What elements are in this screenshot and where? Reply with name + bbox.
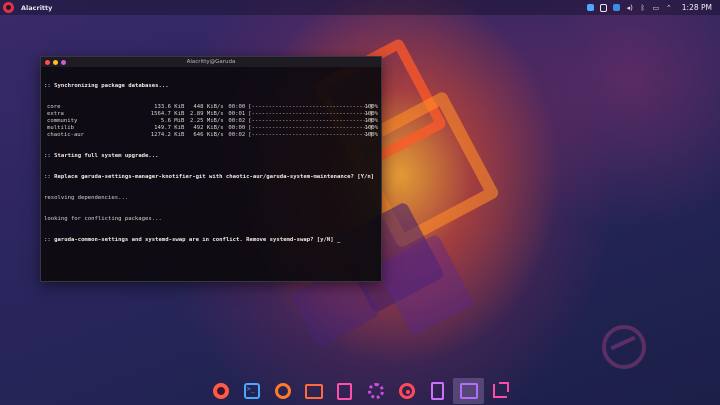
- update-icon[interactable]: [613, 4, 621, 12]
- terminal-line: :: garuda-common-settings and systemd-sw…: [44, 237, 341, 243]
- repo-sync-row: community 5.6 MiB 2.25 MiB/s 00:02 [--------…: [44, 118, 378, 125]
- dropbox-icon[interactable]: [587, 4, 595, 12]
- terminal-window[interactable]: Alacritty@Garuda :: Synchronizing packag…: [40, 56, 382, 282]
- repo-bar: [-----------------------------------]: [248, 125, 373, 131]
- repo-sync-row: core 133.6 KiB 448 KiB/s 00:00 [------------…: [44, 104, 378, 111]
- garuda-menu-icon[interactable]: [3, 2, 14, 13]
- network-icon[interactable]: ▭: [652, 4, 660, 12]
- chevron-up-icon[interactable]: ⌃: [665, 4, 673, 12]
- clock[interactable]: 1:28 PM: [682, 3, 712, 12]
- terminal-line: :: Starting full system upgrade...: [44, 153, 159, 159]
- window-title: Alacritty@Garuda: [186, 59, 236, 65]
- terminal-line: looking for conflicting packages...: [44, 216, 162, 222]
- repo-size: 133.6 KiB: [154, 104, 185, 110]
- repo-sync-row: multilib 149.7 KiB 492 KiB/s 00:00 [--------…: [44, 125, 378, 132]
- screenshot-tool-icon: [492, 382, 509, 398]
- repo-pct: 100%: [364, 111, 378, 117]
- dock-item-settings[interactable]: [360, 378, 391, 404]
- dock-item-welcome[interactable]: [453, 378, 484, 404]
- repo-bar: [-----------------------------------]: [248, 104, 373, 110]
- clipboard-icon[interactable]: [600, 3, 608, 12]
- kde-connect-icon: [431, 382, 444, 400]
- repo-name: community: [47, 118, 78, 124]
- terminal-output[interactable]: :: Synchronizing package databases... co…: [41, 67, 381, 260]
- repo-pct: 100%: [364, 104, 378, 110]
- terminal-line: resolving dependencies...: [44, 195, 129, 201]
- garuda-welcome-icon: [459, 383, 478, 399]
- repo-time: 00:02: [228, 118, 246, 124]
- audio-icon[interactable]: ◂): [626, 4, 634, 12]
- repo-bar: [-----------------------------------]: [248, 111, 373, 117]
- dock-item-browser[interactable]: [267, 378, 298, 404]
- repo-name: core: [47, 104, 61, 110]
- bluetooth-icon[interactable]: ᛒ: [639, 4, 647, 12]
- repo-time: 00:01: [228, 111, 246, 117]
- repo-name: extra: [47, 111, 64, 117]
- repo-size: 1274.2 KiB: [150, 132, 185, 138]
- terminal-line: :: Synchronizing package databases...: [44, 83, 169, 89]
- repo-bar: [-----------------------------------]: [248, 118, 373, 124]
- music-player-icon: [398, 383, 415, 399]
- terminal-line: :: Replace garuda-settings-manager-knoti…: [44, 174, 375, 180]
- repo-size: 5.6 MiB: [160, 118, 185, 124]
- dock-item-files[interactable]: [298, 378, 329, 404]
- top-panel: Alacritty ◂) ᛒ ▭ ⌃ 1:28 PM: [0, 0, 720, 15]
- repo-bar: [-----------------------------------]: [248, 132, 373, 138]
- garuda-wallpaper-logo: [602, 325, 646, 369]
- repo-pct: 100%: [364, 125, 378, 131]
- repo-rate: 646 KiB/s: [193, 132, 224, 138]
- dock-item-kdeconnect[interactable]: [422, 378, 453, 404]
- repo-name: multilib: [47, 125, 74, 131]
- repo-size: 1564.7 KiB: [150, 111, 185, 117]
- repo-sync-row: chaotic-aur 1274.2 KiB 646 KiB/s 00:02 [----…: [44, 132, 378, 139]
- garuda-launcher-icon: [212, 383, 229, 399]
- repo-pct: 100%: [364, 132, 378, 138]
- repo-rate: 492 KiB/s: [193, 125, 224, 131]
- repo-time: 00:00: [228, 125, 246, 131]
- repo-name: chaotic-aur: [47, 132, 85, 138]
- dock-item-garuda[interactable]: [205, 378, 236, 404]
- repo-rate: 2.89 MiB/s: [189, 111, 224, 117]
- repo-sync-row: extra 1564.7 KiB 2.89 MiB/s 00:01 [---------…: [44, 111, 378, 118]
- terminal-icon: [243, 383, 260, 399]
- repo-size: 149.7 KiB: [154, 125, 185, 131]
- dock-item-terminal[interactable]: [236, 378, 267, 404]
- repo-time: 00:02: [228, 132, 246, 138]
- repo-rate: 448 KiB/s: [193, 104, 224, 110]
- task-dock: [205, 378, 517, 404]
- firedragon-browser-icon: [274, 383, 291, 399]
- active-app-title: Alacritty: [21, 3, 53, 12]
- file-manager-icon: [304, 383, 323, 399]
- settings-icon: [367, 383, 384, 399]
- repo-rate: 2.25 MiB/s: [189, 118, 224, 124]
- dock-item-screenshot[interactable]: [484, 378, 515, 404]
- system-tray: ◂) ᛒ ▭ ⌃ 1:28 PM: [587, 0, 712, 15]
- repo-time: 00:00: [228, 104, 246, 110]
- text-editor-icon: [337, 382, 352, 400]
- window-titlebar[interactable]: Alacritty@Garuda: [41, 57, 381, 67]
- dock-item-editor[interactable]: [329, 378, 360, 404]
- dock-item-music[interactable]: [391, 378, 422, 404]
- repo-pct: 100%: [364, 118, 378, 124]
